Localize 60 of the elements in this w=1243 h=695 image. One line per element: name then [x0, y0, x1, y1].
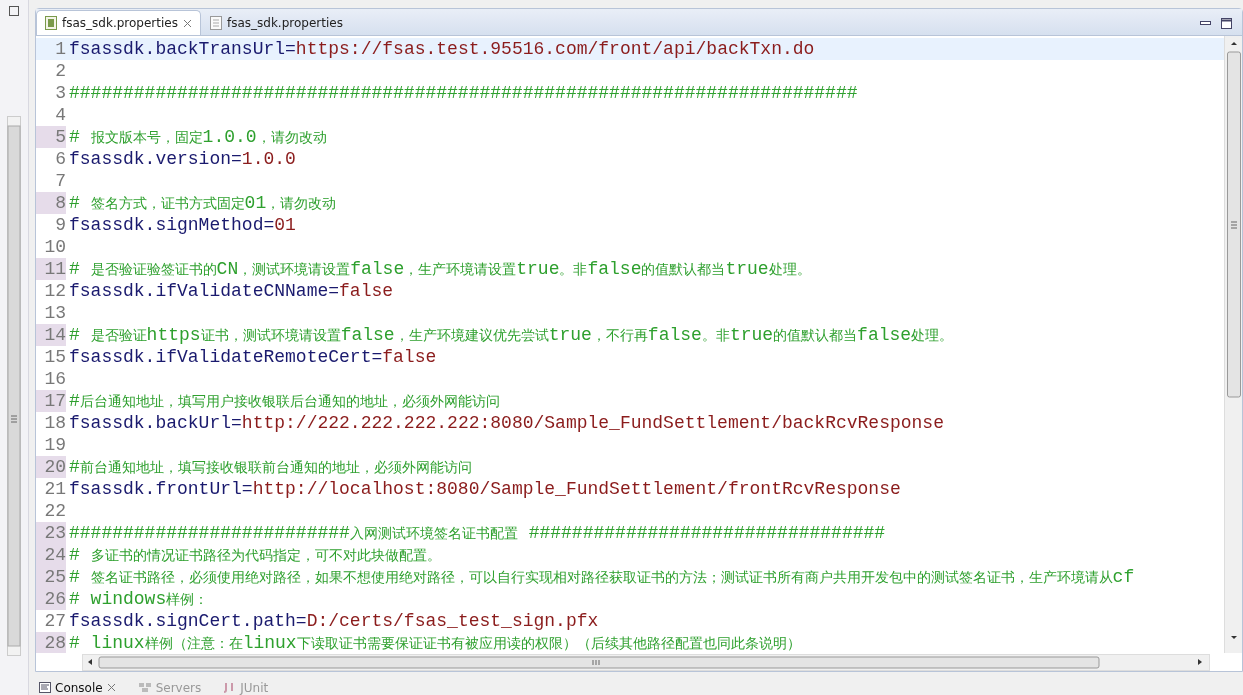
- property-line: fsassdk.frontUrl=http://localhost:8080/Sample_FundSettlement/frontRcvResponse: [69, 478, 901, 500]
- line-number: 28: [36, 632, 66, 653]
- console-icon: [39, 682, 51, 693]
- line-number: 16: [43, 368, 66, 390]
- line-number: 4: [54, 104, 66, 126]
- property-line: fsassdk.signCert.path=D:/certs/fsas_test_sign.pfx: [69, 610, 599, 632]
- comment-line: # 签名证书路径，必须使用绝对路径，如果不想使用绝对路径，可以自行实现相对路径获取证书的方法；测试证书所有商户共用开发包中的测试签名证书，生产环境请从cf: [69, 565, 1135, 589]
- line-number: 18: [43, 412, 66, 434]
- line-number: 11: [36, 258, 66, 280]
- line-number: 20: [36, 456, 66, 478]
- line-number: 9: [54, 214, 66, 236]
- line-number: 7: [54, 170, 66, 192]
- properties-file-icon: [45, 16, 57, 30]
- property-line: fsassdk.ifValidateRemoteCert=false: [69, 346, 437, 368]
- close-icon[interactable]: [182, 18, 192, 28]
- line-number: 19: [43, 434, 66, 456]
- comment-line: #########################################################################: [69, 82, 858, 104]
- property-line: fsassdk.ifValidateCNName=false: [69, 280, 394, 302]
- comment-line: # 是否验证https证书，测试环境请设置false，生产环境建议优先尝试true，不行再false。非true的值默认都当false处理。: [69, 323, 954, 347]
- comment-line: # 多证书的情况证书路径为代码指定，可不对此块做配置。: [69, 543, 441, 567]
- property-line: fsassdk.backUrl=http://222.222.222.222:8080/Sample_FundSettlement/backRcvResponse: [69, 412, 944, 434]
- close-icon[interactable]: [106, 683, 116, 692]
- servers-icon: [137, 682, 152, 693]
- editor-tab[interactable]: fsas_sdk.properties: [36, 10, 201, 35]
- editor-tab[interactable]: fsas_sdk.properties: [200, 10, 352, 35]
- line-number: 22: [43, 500, 66, 522]
- view-tab[interactable]: Console: [35, 680, 120, 695]
- property-line: fsassdk.signMethod=01: [69, 214, 296, 236]
- line-number: 10: [43, 236, 66, 258]
- text-file-icon: [209, 16, 222, 30]
- comment-line: # linux样例（注意：在linux下读取证书需要保证证书有被应用读的权限）（后续其他路径配置也同此条说明）: [69, 631, 801, 653]
- comment-line: # 报文版本号，固定1.0.0，请勿改动: [69, 125, 327, 149]
- comment-line: # windows样例：: [69, 587, 209, 611]
- comment-line: ##########################入网测试环境签名证书配置 #################################: [69, 521, 886, 545]
- line-number: 1: [54, 38, 66, 60]
- property-line: fsassdk.backTransUrl=https://fsas.test.95516.com/front/api/backTxn.do: [69, 38, 815, 60]
- line-number: 6: [54, 148, 66, 170]
- minimize-icon[interactable]: [1200, 20, 1211, 26]
- line-number: 15: [43, 346, 66, 368]
- line-number: 2: [54, 60, 66, 82]
- comment-line: #前台通知地址，填写接收银联前台通知的地址，必须外网能访问: [69, 455, 472, 479]
- line-number: 21: [43, 478, 66, 500]
- property-line: fsassdk.version=1.0.0: [69, 148, 296, 170]
- line-number: 27: [43, 610, 66, 632]
- line-number: 26: [36, 588, 66, 610]
- line-number: 12: [43, 280, 66, 302]
- restore-icon[interactable]: [9, 6, 19, 16]
- line-number: 25: [36, 566, 66, 588]
- line-number: 17: [36, 390, 66, 412]
- line-number: 24: [36, 544, 66, 566]
- maximize-icon[interactable]: [1221, 17, 1232, 29]
- line-number: 3: [54, 82, 66, 104]
- line-number: 23: [36, 522, 66, 544]
- line-number: 5: [36, 126, 66, 148]
- vertical-scrollbar[interactable]: [7, 116, 21, 656]
- line-number: 14: [36, 324, 66, 346]
- comment-line: #后台通知地址，填写用户接收银联后台通知的地址，必须外网能访问: [69, 389, 500, 413]
- line-number: 8: [36, 192, 66, 214]
- comment-line: # 签名方式，证书方式固定01，请勿改动: [69, 191, 337, 215]
- line-number: 13: [43, 302, 66, 324]
